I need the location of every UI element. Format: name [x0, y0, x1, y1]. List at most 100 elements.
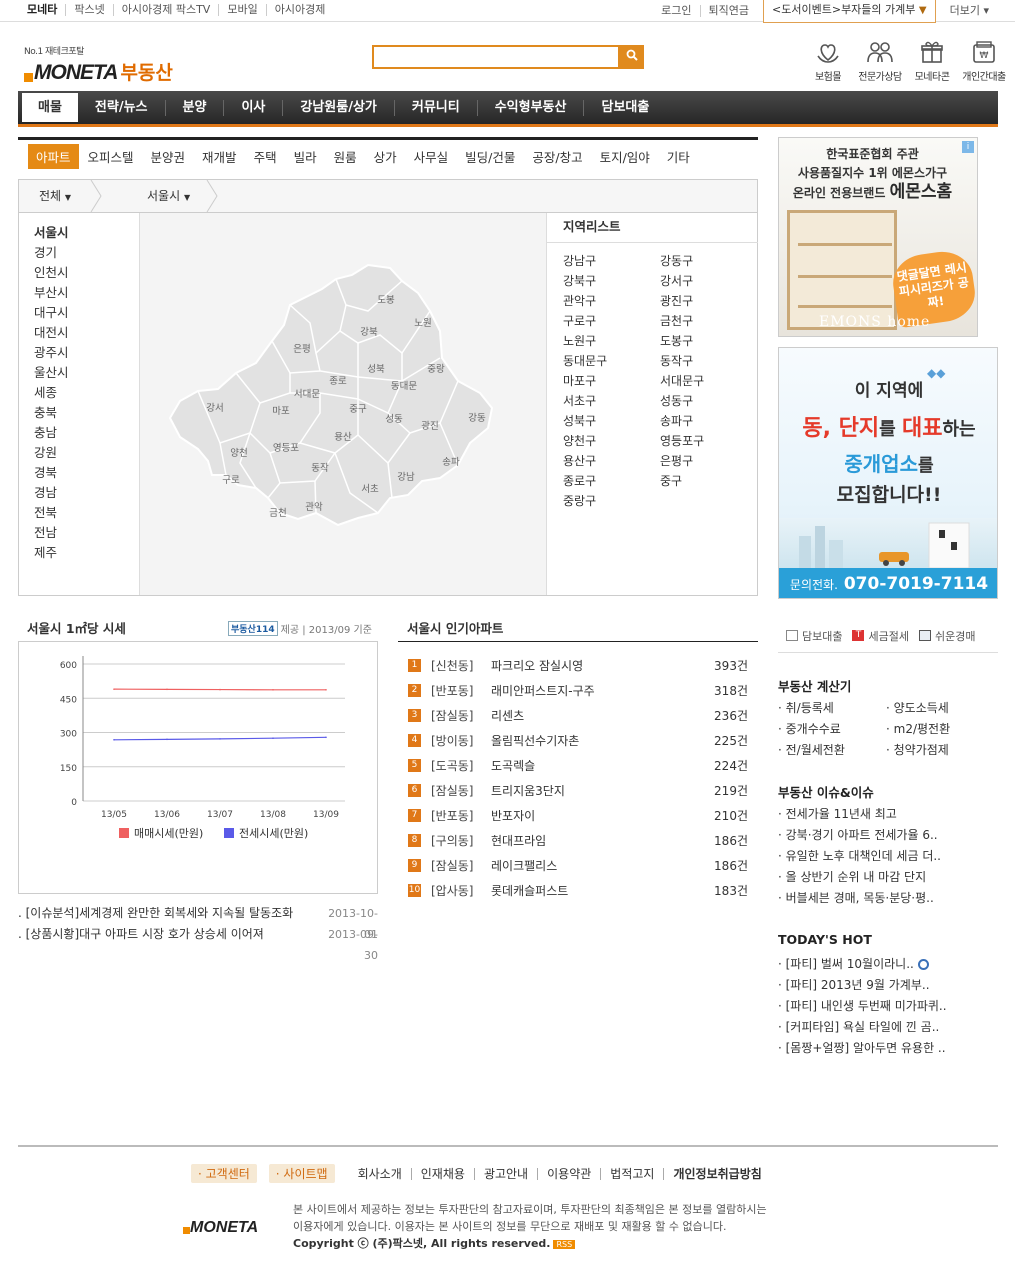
tab-house[interactable]: 주택 — [246, 144, 285, 169]
quick-insurance[interactable]: 보험몰 — [803, 38, 853, 83]
city-item[interactable]: 전남 — [34, 523, 139, 543]
footer-link-terms[interactable]: 이용약관 — [537, 1167, 600, 1180]
city-item[interactable]: 인천시 — [34, 263, 139, 283]
city-item[interactable]: 세종 — [34, 383, 139, 403]
district-item[interactable]: 강북구 — [563, 271, 660, 291]
tab-villa[interactable]: 빌라 — [286, 144, 325, 169]
city-item[interactable]: 대구시 — [34, 303, 139, 323]
city-item[interactable]: 경남 — [34, 483, 139, 503]
nav-community[interactable]: 커뮤니티 — [393, 99, 477, 116]
city-item[interactable]: 서울시 — [34, 223, 139, 243]
district-item[interactable]: 성북구 — [563, 411, 660, 431]
city-item[interactable]: 경기 — [34, 243, 139, 263]
customer-center-button[interactable]: · 고객센터 — [191, 1164, 257, 1183]
city-item[interactable]: 광주시 — [34, 343, 139, 363]
tab-factory[interactable]: 공장/창고 — [524, 144, 590, 169]
news-item[interactable]: . [상품시황]대구 아파트 시장 호가 상승세 이어져 2013-09-30 — [18, 924, 378, 962]
issue-item[interactable]: · 강북·경기 아파트 전세가율 6.. — [778, 825, 993, 846]
popular-apartment-row[interactable]: 4 [방이동] 올림픽선수기자촌 225건 — [398, 728, 748, 753]
district-item[interactable]: 용산구 — [563, 451, 660, 471]
more-link[interactable]: 더보기 ▾ — [942, 5, 997, 17]
footer-link-legal[interactable]: 법적고지 — [600, 1167, 663, 1180]
district-item[interactable]: 서초구 — [563, 391, 660, 411]
popular-apartment-row[interactable]: 2 [반포동] 래미안퍼스트지-구주 318건 — [398, 678, 748, 703]
site-link-asiae[interactable]: 아시아경제 — [265, 4, 334, 16]
tab-presale-right[interactable]: 분양권 — [143, 144, 194, 169]
issue-item[interactable]: · 유일한 노후 대책인데 세금 더.. — [778, 846, 993, 867]
search-input[interactable] — [372, 45, 620, 69]
popular-apartment-row[interactable]: 5 [도곡동] 도곡렉슬 224건 — [398, 753, 748, 778]
district-item[interactable]: 동작구 — [660, 351, 757, 371]
tab-store[interactable]: 상가 — [366, 144, 405, 169]
hot-item[interactable]: · [파티] 내인생 두번째 미가파퀴.. — [778, 996, 993, 1017]
quick-moneta-con[interactable]: 모네타콘 — [907, 38, 957, 83]
district-item[interactable]: 강서구 — [660, 271, 757, 291]
city-item[interactable]: 강원 — [34, 443, 139, 463]
district-item[interactable]: 강동구 — [660, 251, 757, 271]
city-item[interactable]: 충북 — [34, 403, 139, 423]
crumb-all-dropdown[interactable]: 전체 ▼ — [39, 180, 71, 212]
popular-apartment-row[interactable]: 6 [잠실동] 트리지움3단지 219건 — [398, 778, 748, 803]
district-item[interactable]: 성동구 — [660, 391, 757, 411]
nav-moving[interactable]: 이사 — [223, 99, 282, 116]
tab-officetel[interactable]: 오피스텔 — [80, 144, 142, 169]
ad-info-icon[interactable]: i — [962, 141, 974, 153]
calc-item[interactable]: · m2/평전환 — [886, 719, 994, 740]
quick-consult[interactable]: 전문가상담 — [855, 38, 905, 83]
hot-item[interactable]: · [파티] 벌써 10월이라니.. — [778, 954, 993, 975]
site-logo[interactable]: No.1 재테크포탈 MONETA 부동산 — [24, 44, 173, 85]
shortcut-tax[interactable]: T 세금절세 — [852, 628, 909, 644]
tab-oneroom[interactable]: 원룸 — [326, 144, 365, 169]
tab-land[interactable]: 토지/임야 — [592, 144, 658, 169]
calc-item[interactable]: · 청약가점제 — [886, 740, 994, 761]
refresh-icon[interactable] — [917, 959, 929, 970]
popular-apartment-row[interactable]: 7 [반포동] 반포자이 210건 — [398, 803, 748, 828]
issue-item[interactable]: · 전세가율 11년새 최고 — [778, 804, 993, 825]
emons-ad-banner[interactable]: 한국표준협회 주관 사용품질지수 1위 에몬스가구 온라인 전용브랜드 에몬스홈… — [778, 137, 978, 337]
rss-icon[interactable]: RSS — [553, 1240, 576, 1249]
district-item[interactable]: 양천구 — [563, 431, 660, 451]
calc-item[interactable]: · 취/등록세 — [778, 698, 886, 719]
popular-apartment-row[interactable]: 1 [신천동] 파크리오 잠실시영 393건 — [398, 653, 748, 678]
district-item[interactable]: 동대문구 — [563, 351, 660, 371]
city-item[interactable]: 제주 — [34, 543, 139, 563]
city-item[interactable]: 울산시 — [34, 363, 139, 383]
popular-apartment-row[interactable]: 3 [잠실동] 리센츠 236건 — [398, 703, 748, 728]
sitemap-button[interactable]: · 사이트맵 — [268, 1164, 335, 1183]
hot-item[interactable]: · [파티] 2013년 9월 가계부.. — [778, 975, 993, 996]
nav-income-property[interactable]: 수익형부동산 — [476, 99, 584, 116]
city-item[interactable]: 전북 — [34, 503, 139, 523]
city-item[interactable]: 경북 — [34, 463, 139, 483]
site-link-paxtv[interactable]: 아시아경제 팍스TV — [112, 4, 219, 16]
hot-item[interactable]: · [커피타임] 욕실 타일에 낀 곰.. — [778, 1017, 993, 1038]
book-event-dropdown[interactable]: <도서이벤트>부자들의 가계부 ▼ — [763, 0, 936, 23]
tab-etc[interactable]: 기타 — [659, 144, 698, 169]
site-link-mobile[interactable]: 모바일 — [218, 4, 265, 16]
crumb-seoul-dropdown[interactable]: 서울시 ▼ — [147, 180, 190, 212]
district-item[interactable]: 금천구 — [660, 311, 757, 331]
district-item[interactable]: 서대문구 — [660, 371, 757, 391]
tab-apartment[interactable]: 아파트 — [28, 144, 79, 169]
calc-item[interactable]: · 중개수수료 — [778, 719, 886, 740]
tab-redevelopment[interactable]: 재개발 — [194, 144, 245, 169]
district-item[interactable]: 송파구 — [660, 411, 757, 431]
footer-link-ads[interactable]: 광고안내 — [473, 1167, 537, 1180]
footer-link-privacy[interactable]: 개인정보취급방침 — [663, 1167, 770, 1180]
site-link-moneta[interactable]: 모네타 — [27, 4, 65, 16]
district-item[interactable]: 종로구 — [563, 471, 660, 491]
nav-listings[interactable]: 매물 — [22, 93, 78, 122]
district-item[interactable]: 영등포구 — [660, 431, 757, 451]
tab-building[interactable]: 빌딩/건물 — [457, 144, 523, 169]
popular-apartment-row[interactable]: 8 [구의동] 현대프라임 186건 — [398, 828, 748, 853]
hot-item[interactable]: · [몸짱+얼짱] 알아두면 유용한 .. — [778, 1038, 993, 1059]
pension-link[interactable]: 퇴직연금 — [699, 5, 757, 17]
quick-p2p-loan[interactable]: ₩ 개인간대출 — [959, 38, 1009, 83]
city-item[interactable]: 충남 — [34, 423, 139, 443]
issue-item[interactable]: · 버블세븐 경매, 목동·분당·평.. — [778, 888, 993, 909]
nav-mortgage[interactable]: 담보대출 — [583, 99, 666, 116]
nav-gangnam-oneroom[interactable]: 강남원룸/상가 — [282, 99, 394, 116]
calc-item[interactable]: · 양도소득세 — [886, 698, 994, 719]
district-item[interactable]: 강남구 — [563, 251, 660, 271]
shortcut-auction[interactable]: 쉬운경매 — [918, 628, 975, 644]
popular-apartment-row[interactable]: 10 [압사동] 롯데캐슬퍼스트 183건 — [398, 878, 748, 903]
